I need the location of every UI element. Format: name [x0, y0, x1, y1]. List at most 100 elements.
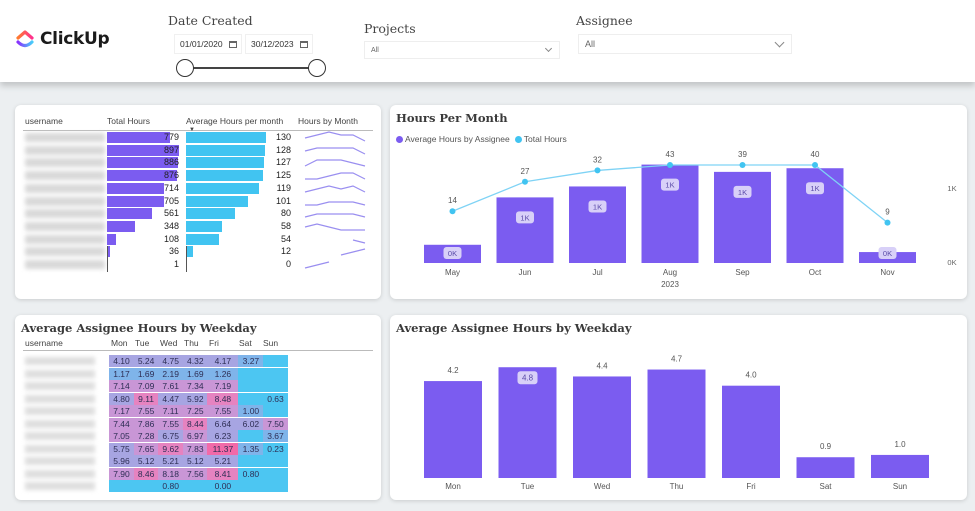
average-hours-point[interactable] [667, 162, 673, 168]
heatmap-cell[interactable]: 7.44 [109, 417, 134, 430]
weekday-bar[interactable] [424, 381, 482, 478]
table-row[interactable]: 1.17 1.69 2.19 1.69 1.26 [23, 367, 293, 380]
heatmap-cell[interactable]: 7.11 [158, 405, 184, 417]
col-thu[interactable]: Thu [184, 338, 199, 348]
heatmap-cell[interactable]: 7.83 [182, 442, 208, 455]
heatmap-cell[interactable]: 5.96 [109, 455, 134, 467]
heatmap-cell[interactable]: 7.19 [207, 380, 239, 392]
table-row[interactable]: 7.17 7.55 7.11 7.25 7.55 1.00 [23, 405, 293, 417]
col-mon[interactable]: Mon [111, 338, 128, 348]
table-row[interactable]: 886 127 [23, 157, 373, 169]
average-hours-point[interactable] [812, 162, 818, 168]
table-row[interactable]: 36 12 [23, 246, 373, 258]
heatmap-cell[interactable]: 5.92 [182, 392, 208, 405]
table-row[interactable]: 4.80 9.11 4.47 5.92 8.48 0.63 [23, 392, 293, 405]
col-wed[interactable]: Wed [160, 338, 177, 348]
average-hours-point[interactable] [884, 219, 891, 226]
heatmap-cell[interactable]: 7.34 [182, 380, 208, 392]
table-row[interactable]: 561 80 [23, 208, 373, 220]
heatmap-cell[interactable]: 5.12 [182, 455, 208, 467]
heatmap-cell[interactable]: 0.23 [263, 442, 288, 455]
heatmap-cell[interactable]: 9.11 [133, 392, 159, 405]
heatmap-cell[interactable]: 1.69 [133, 367, 159, 380]
table-row[interactable]: 5.96 5.12 5.21 5.12 5.21 [23, 455, 293, 467]
average-hours-point[interactable] [739, 162, 746, 168]
col-average-hours[interactable]: Average Hours per month [186, 116, 283, 126]
heatmap-cell[interactable]: 7.05 [109, 430, 134, 442]
heatmap-cell[interactable]: 1.35 [238, 442, 264, 455]
heatmap-cell[interactable]: 7.09 [133, 380, 159, 392]
weekday-bar[interactable] [647, 369, 706, 478]
table-row[interactable]: 5.75 7.65 9.62 7.83 11.37 1.35 0.23 [23, 442, 293, 455]
heatmap-cell[interactable] [263, 467, 288, 480]
heatmap-cell[interactable]: 5.21 [207, 455, 239, 467]
heatmap-cell[interactable]: 4.75 [158, 355, 184, 367]
heatmap-cell[interactable]: 4.80 [109, 392, 134, 405]
table-row[interactable]: 876 125 [23, 170, 373, 182]
slider-end-handle[interactable] [308, 59, 326, 77]
heatmap-cell[interactable] [263, 480, 288, 492]
weekday-bar[interactable] [796, 457, 855, 478]
start-date-input[interactable]: 01/01/2020 [174, 34, 242, 54]
table-row[interactable]: 7.90 8.46 8.18 7.56 8.41 0.80 [23, 467, 293, 480]
heatmap-cell[interactable]: 1.26 [207, 367, 239, 380]
heatmap-cell[interactable] [263, 380, 288, 392]
col-hours-by-month[interactable]: Hours by Month [298, 116, 358, 126]
heatmap-cell[interactable]: 6.75 [158, 430, 184, 442]
heatmap-cell[interactable] [238, 430, 264, 442]
table-row[interactable]: 705 101 [23, 195, 373, 208]
assignee-dropdown[interactable]: All [578, 34, 792, 54]
heatmap-cell[interactable]: 6.97 [182, 430, 208, 442]
weekday-bar[interactable] [871, 454, 929, 478]
heatmap-cell[interactable] [238, 480, 264, 492]
table-row[interactable]: 0.80 0.00 [23, 480, 293, 492]
total-hours-bar[interactable] [714, 171, 771, 263]
heatmap-cell[interactable]: 7.55 [133, 405, 159, 417]
table-row[interactable]: 897 128 [23, 144, 373, 157]
heatmap-cell[interactable]: 7.14 [109, 380, 134, 392]
total-hours-bar[interactable] [569, 186, 626, 263]
col-username[interactable]: username [25, 116, 63, 126]
table-row[interactable]: 7.14 7.09 7.61 7.34 7.19 [23, 380, 293, 392]
heatmap-cell[interactable]: 7.25 [182, 405, 208, 417]
weekday-bar[interactable] [573, 376, 631, 478]
heatmap-cell[interactable]: 8.41 [207, 467, 239, 480]
heatmap-cell[interactable]: 7.28 [133, 430, 159, 442]
heatmap-cell[interactable]: 5.21 [158, 455, 184, 467]
calendar-icon[interactable] [299, 40, 308, 48]
table-row[interactable]: 779 130 [23, 131, 373, 144]
heatmap-cell[interactable] [263, 405, 288, 417]
end-date-input[interactable]: 30/12/2023 [245, 34, 313, 54]
heatmap-cell[interactable]: 3.67 [263, 430, 288, 442]
heatmap-cell[interactable]: 8.44 [182, 417, 208, 430]
heatmap-cell[interactable]: 4.32 [182, 355, 208, 367]
heatmap-cell[interactable]: 5.12 [133, 455, 159, 467]
date-range-slider[interactable] [176, 58, 326, 78]
weekday-bar[interactable] [722, 385, 780, 478]
average-hours-point[interactable] [449, 208, 456, 215]
heatmap-cell[interactable] [263, 455, 288, 467]
table-row[interactable]: 4.10 5.24 4.75 4.32 4.17 3.27 [23, 355, 293, 367]
heatmap-cell[interactable] [263, 355, 288, 367]
heatmap-cell[interactable]: 1.17 [109, 367, 134, 380]
table-row[interactable]: 714 119 [23, 182, 373, 195]
table-row[interactable]: 348 58 [23, 220, 373, 233]
table-row[interactable]: 108 54 [23, 233, 373, 246]
heatmap-cell[interactable]: 5.24 [133, 355, 159, 367]
total-hours-bar[interactable] [496, 197, 554, 263]
heatmap-cell[interactable]: 7.55 [158, 417, 184, 430]
slider-start-handle[interactable] [176, 59, 194, 77]
col-fri[interactable]: Fri [209, 338, 219, 348]
heatmap-cell[interactable] [238, 380, 264, 392]
heatmap-cell[interactable] [263, 367, 288, 380]
average-hours-point[interactable] [594, 167, 601, 174]
heatmap-cell[interactable]: 5.75 [109, 442, 134, 455]
heatmap-cell[interactable] [109, 480, 134, 492]
heatmap-cell[interactable] [238, 455, 264, 467]
heatmap-cell[interactable] [133, 480, 159, 492]
heatmap-cell[interactable]: 7.17 [109, 405, 134, 417]
col-username[interactable]: username [25, 338, 63, 348]
heatmap-cell[interactable]: 8.46 [133, 467, 159, 480]
heatmap-cell[interactable] [182, 480, 208, 492]
heatmap-cell[interactable]: 2.19 [158, 367, 184, 380]
